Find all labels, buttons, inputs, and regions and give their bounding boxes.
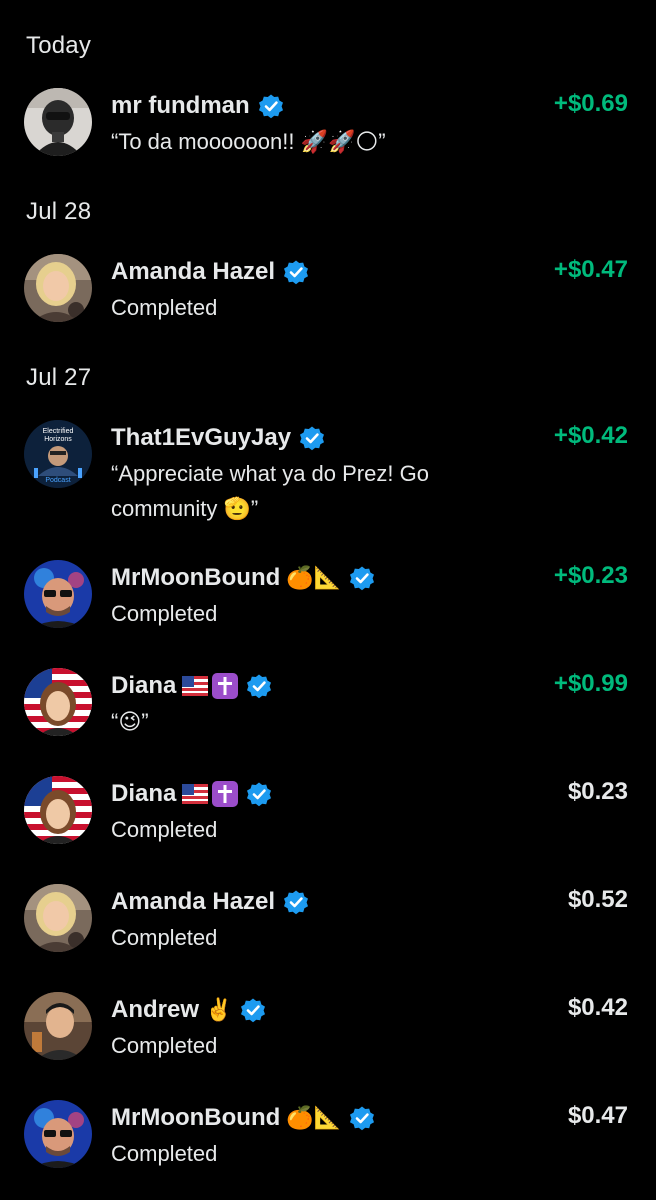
transaction-status: Completed (111, 1141, 218, 1166)
transaction-row[interactable]: MrMoonBound 🍊📐 Completed +$0.23 (0, 560, 656, 660)
sender-name[interactable]: Amanda Hazel (111, 258, 275, 286)
transaction-amount: +$0.23 (553, 562, 628, 589)
avatar[interactable] (24, 776, 92, 844)
section-header-jul-27: Jul 27 (26, 364, 92, 391)
transaction-note: “Appreciate what ya do Prez! Go communit… (111, 456, 491, 526)
sender-name[interactable]: MrMoonBound (111, 564, 280, 592)
transaction-note-line-2: community 🫡” (111, 496, 259, 521)
verified-badge-icon (349, 565, 376, 591)
transaction-amount: +$0.99 (553, 670, 628, 697)
avatar[interactable] (24, 668, 92, 736)
sender-name[interactable]: Diana (111, 672, 176, 700)
victory-hand-emoji: ✌️ (205, 997, 233, 1023)
transaction-note-line-1: “Appreciate what ya do Prez! Go (111, 461, 429, 486)
transaction-amount: +$0.69 (553, 90, 628, 117)
verified-badge-icon (257, 93, 284, 119)
avatar[interactable] (24, 1100, 92, 1168)
transaction-status: Completed (111, 817, 218, 842)
sender-name[interactable]: Diana (111, 780, 176, 808)
us-flag-icon (182, 784, 209, 804)
avatar[interactable] (24, 88, 92, 156)
name-emoji: 🍊📐 (286, 565, 342, 591)
transaction-status: Completed (111, 601, 218, 626)
sender-name[interactable]: Amanda Hazel (111, 888, 275, 916)
transaction-amount: +$0.47 (553, 256, 628, 283)
transaction-amount: +$0.42 (553, 422, 628, 449)
avatar[interactable] (24, 992, 92, 1060)
latin-cross-icon (212, 673, 239, 699)
name-emoji: 🍊📐 (286, 1105, 342, 1131)
transaction-status: Completed (111, 925, 218, 950)
transaction-row[interactable]: mr fundman “To da moooooon!! 🚀🚀🌕” +$0.69 (0, 88, 656, 188)
transaction-note: “😉” (111, 709, 149, 734)
sender-name[interactable]: mr fundman (111, 92, 250, 120)
transaction-status: Completed (111, 295, 218, 320)
us-flag-icon (182, 676, 209, 696)
transaction-row[interactable]: Electrified Horizons Podcast That1EvGuyJ… (0, 420, 656, 530)
transaction-amount: $0.42 (567, 994, 628, 1021)
avatar[interactable] (24, 884, 92, 952)
sender-name[interactable]: That1EvGuyJay (111, 424, 291, 452)
verified-badge-icon (246, 781, 273, 807)
transaction-row[interactable]: Andrew ✌️ Completed $0.42 (0, 992, 656, 1092)
verified-badge-icon (349, 1105, 376, 1131)
verified-badge-icon (240, 997, 267, 1023)
badge-line-1: Electrified (43, 428, 74, 435)
avatar[interactable] (24, 560, 92, 628)
transaction-note: “To da moooooon!! 🚀🚀🌕” (111, 129, 386, 154)
latin-cross-icon (212, 781, 239, 807)
badge-line-2: Horizons (44, 436, 72, 443)
section-header-today: Today (26, 32, 92, 59)
verified-badge-icon (246, 673, 273, 699)
badge-line-3: Podcast (45, 477, 70, 484)
transaction-row[interactable]: Amanda Hazel Completed +$0.47 (0, 254, 656, 354)
verified-badge-icon (283, 259, 310, 285)
verified-badge-icon (283, 889, 310, 915)
transaction-row[interactable]: Diana “😉” +$0.99 (0, 668, 656, 768)
transaction-amount: $0.23 (567, 778, 628, 805)
section-header-jul-28: Jul 28 (26, 198, 92, 225)
transaction-status: Completed (111, 1033, 218, 1058)
transaction-row[interactable]: MrMoonBound 🍊📐 Completed $0.47 (0, 1100, 656, 1200)
avatar[interactable]: Electrified Horizons Podcast (24, 420, 92, 488)
transaction-row[interactable]: Amanda Hazel Completed $0.52 (0, 884, 656, 984)
transaction-amount: $0.52 (567, 886, 628, 913)
transaction-amount: $0.47 (567, 1102, 628, 1129)
sender-name[interactable]: Andrew (111, 996, 199, 1024)
avatar[interactable] (24, 254, 92, 322)
transaction-row[interactable]: Diana Completed $0.23 (0, 776, 656, 876)
sender-name[interactable]: MrMoonBound (111, 1104, 280, 1132)
verified-badge-icon (299, 425, 326, 451)
